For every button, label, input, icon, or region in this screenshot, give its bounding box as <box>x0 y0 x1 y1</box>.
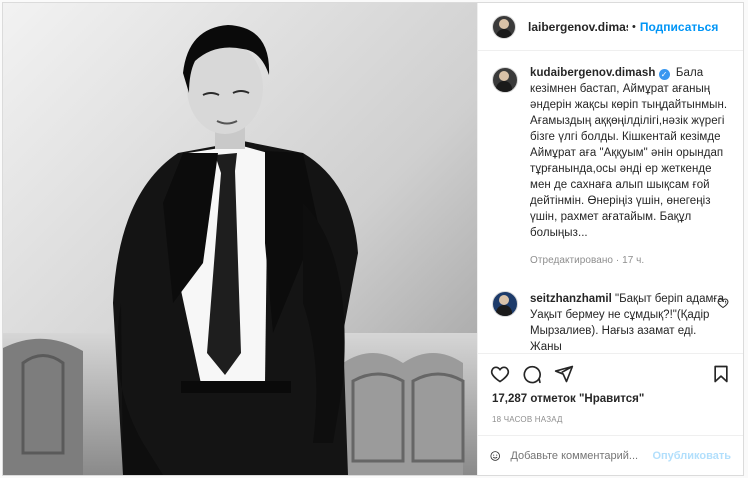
add-comment-bar: Опубликовать <box>478 435 743 475</box>
caption-text: Бала кезімнен бастап, Аймұрат ағаның әнд… <box>530 67 728 239</box>
comment-icon[interactable] <box>522 364 542 384</box>
caption-username[interactable]: kudaibergenov.dimash <box>530 67 655 79</box>
comments-area[interactable]: kudaibergenov.dimash ✓ Бала кезімнен бас… <box>478 51 743 353</box>
likes-count[interactable]: 17,287 отметок "Нравится" <box>478 393 743 411</box>
edited-label: Отредактировано <box>530 255 614 266</box>
header-username[interactable]: laibergenov.dimasl <box>528 20 628 34</box>
heart-icon[interactable] <box>490 364 510 384</box>
caption-author-avatar[interactable] <box>492 67 518 93</box>
comment-item: seitzhanzhamil "Бақыт беріп адамға, Уақы… <box>492 291 729 353</box>
share-icon[interactable] <box>554 364 574 384</box>
post-photo[interactable] <box>3 3 477 475</box>
publish-button[interactable]: Опубликовать <box>652 450 731 462</box>
post-photo-image <box>3 3 477 475</box>
emoji-icon[interactable] <box>490 446 500 466</box>
caption-body: kudaibergenov.dimash ✓ Бала кезімнен бас… <box>530 65 729 269</box>
action-bar <box>478 353 743 393</box>
comment-input[interactable] <box>510 449 653 462</box>
comment-like-heart-icon[interactable] <box>717 297 729 309</box>
post-caption: kudaibergenov.dimash ✓ Бала кезімнен бас… <box>492 65 729 269</box>
post-container: laibergenov.dimasl • Подписаться kudaibe… <box>2 2 744 476</box>
author-avatar[interactable] <box>492 14 516 39</box>
commenter-avatar[interactable] <box>492 291 518 317</box>
edited-time[interactable]: 17 ч. <box>622 255 644 266</box>
caption-meta: Отредактировано · 17 ч. <box>530 253 729 269</box>
posted-time[interactable]: 18 ЧАСОВ НАЗАД <box>478 411 743 435</box>
follow-button[interactable]: Подписаться <box>640 20 718 34</box>
comment-body: seitzhanzhamil "Бақыт беріп адамға, Уақы… <box>530 291 729 353</box>
post-header: laibergenov.dimasl • Подписаться <box>478 3 743 51</box>
verified-badge-icon: ✓ <box>658 69 670 80</box>
separator-dot: • <box>632 20 636 33</box>
commenter-username[interactable]: seitzhanzhamil <box>530 293 612 305</box>
post-side-panel: laibergenov.dimasl • Подписаться kudaibe… <box>477 3 743 475</box>
bookmark-icon[interactable] <box>711 364 731 384</box>
